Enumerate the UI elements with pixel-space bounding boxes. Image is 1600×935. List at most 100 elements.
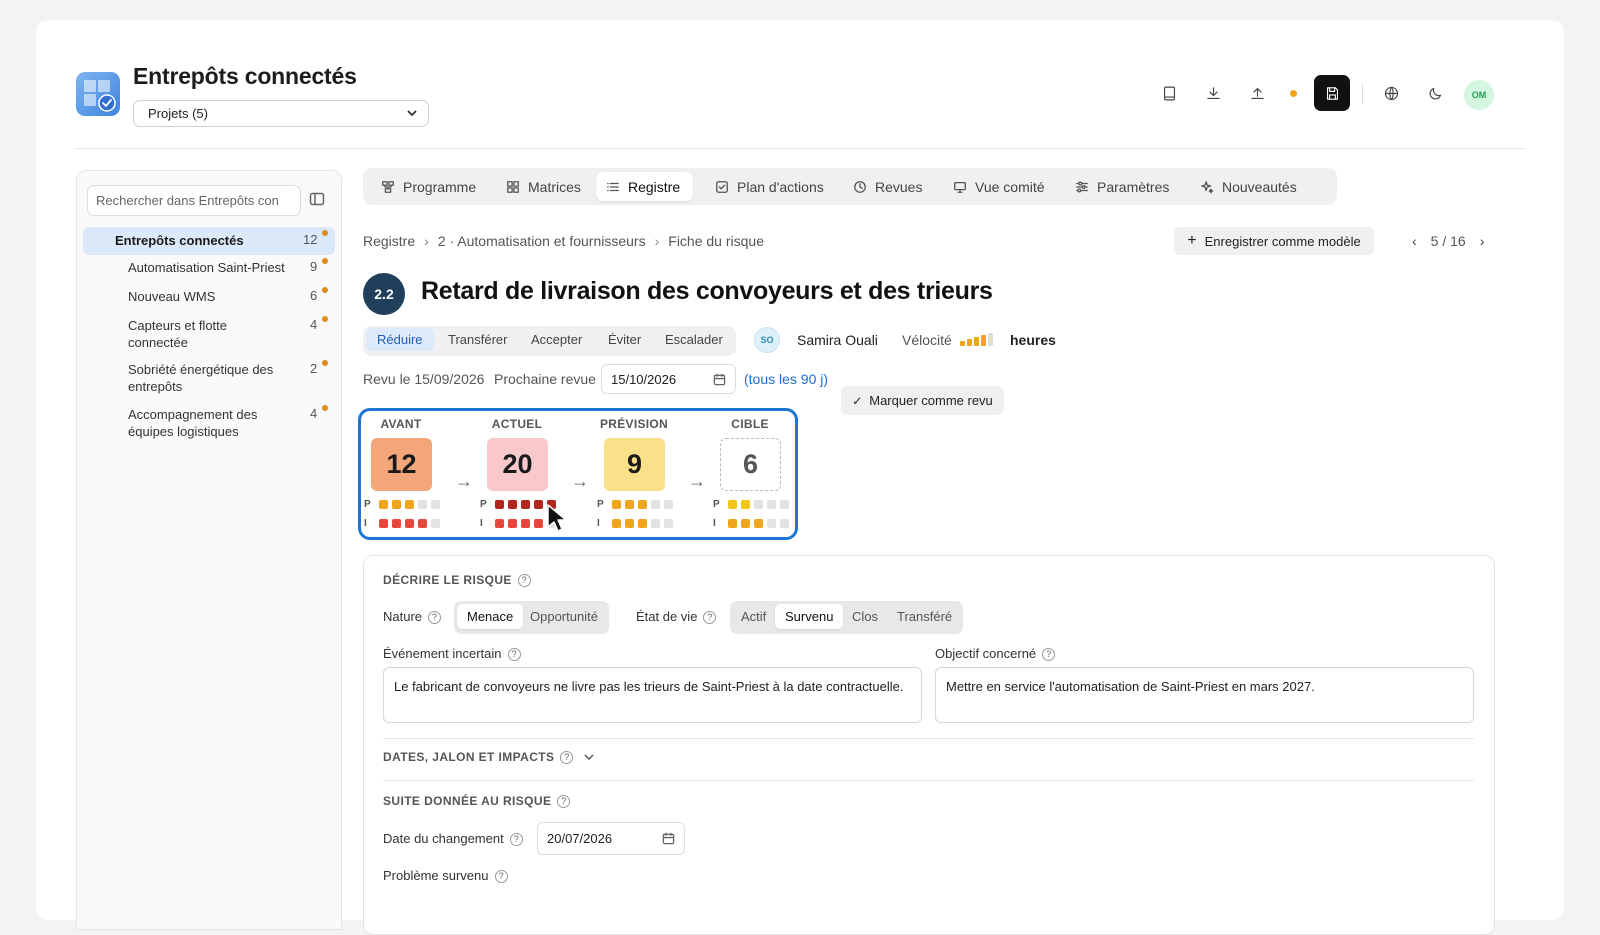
strategy-reduire[interactable]: Réduire bbox=[366, 328, 434, 351]
level-square bbox=[741, 500, 750, 509]
sidebar-toggle-icon[interactable] bbox=[309, 191, 327, 209]
state-survenu[interactable]: Survenu bbox=[775, 604, 844, 629]
moon-icon[interactable] bbox=[1420, 78, 1450, 108]
score-label: AVANT bbox=[380, 417, 422, 431]
sidebar-item-wms[interactable]: Nouveau WMS bbox=[128, 288, 298, 305]
save-as-template-button[interactable]: + Enregistrer comme modèle bbox=[1174, 227, 1374, 255]
sidebar-item-capteurs[interactable]: Capteurs et flotte connectée bbox=[128, 317, 278, 351]
state-actif[interactable]: Actif bbox=[741, 609, 766, 624]
project-select-value: Projets (5) bbox=[148, 106, 208, 121]
chevron-right-icon[interactable]: › bbox=[1480, 233, 1485, 249]
notebook-icon[interactable] bbox=[1154, 78, 1184, 108]
change-date-label: Date du changement? bbox=[383, 831, 523, 846]
risk-title: Retard de livraison des convoyeurs et de… bbox=[421, 277, 993, 305]
label-text: Problème survenu bbox=[383, 868, 489, 883]
chevron-down-icon bbox=[406, 107, 418, 122]
help-icon[interactable]: ? bbox=[509, 833, 523, 846]
tab-label: Plan d'actions bbox=[737, 178, 824, 195]
chevron-left-icon[interactable]: ‹ bbox=[1412, 233, 1417, 249]
help-icon[interactable]: ? bbox=[1042, 648, 1056, 661]
help-icon[interactable]: ? bbox=[517, 574, 531, 587]
strategy-accepter[interactable]: Accepter bbox=[531, 332, 582, 347]
help-icon[interactable]: ? bbox=[557, 795, 571, 808]
header-divider bbox=[76, 148, 1524, 149]
mouse-cursor-icon bbox=[547, 504, 567, 532]
axis-letter: I bbox=[597, 518, 600, 529]
dates-section-toggle[interactable]: DATES, JALON ET IMPACTS? bbox=[383, 750, 595, 766]
score-progression[interactable]: AVANT 12 → P I ACTUEL 20 → P I PRÉVISION 9 → P I CIBLE 6… bbox=[358, 408, 798, 540]
sidebar-item-root[interactable]: Entrepôts connectés bbox=[83, 227, 335, 255]
tab-vue-comite[interactable]: Vue comité bbox=[943, 172, 1055, 201]
button-label: Enregistrer comme modèle bbox=[1204, 233, 1361, 249]
score-label: PRÉVISION bbox=[599, 417, 669, 431]
level-square bbox=[625, 519, 634, 528]
tab-revues[interactable]: Revues bbox=[843, 172, 932, 201]
globe-icon[interactable] bbox=[1376, 78, 1406, 108]
upload-icon[interactable] bbox=[1242, 78, 1272, 108]
nature-opportunite[interactable]: Opportunité bbox=[530, 609, 598, 624]
objective-textarea[interactable]: Mettre en service l'automatisation de Sa… bbox=[935, 667, 1474, 723]
velocity-bar bbox=[988, 333, 993, 346]
next-review-date-input[interactable]: 15/10/2026 bbox=[601, 364, 736, 394]
tab-registre[interactable]: Registre bbox=[596, 172, 693, 201]
tab-label: Nouveautés bbox=[1222, 178, 1297, 195]
sitemap-icon bbox=[382, 180, 394, 193]
score-i-level: I bbox=[713, 518, 793, 529]
sidebar-item-accompagnement[interactable]: Accompagnement des équipes logistiques bbox=[128, 406, 298, 440]
strategy-escalader[interactable]: Escalader bbox=[665, 332, 723, 347]
help-icon[interactable]: ? bbox=[507, 648, 521, 661]
level-square bbox=[521, 519, 530, 528]
tab-plan-actions[interactable]: Plan d'actions bbox=[705, 172, 834, 201]
tab-nouveautes[interactable]: Nouveautés bbox=[1190, 172, 1307, 201]
nature-label: Nature? bbox=[383, 609, 442, 624]
axis-letter: P bbox=[364, 499, 371, 510]
app-logo bbox=[76, 72, 120, 116]
event-textarea[interactable]: Le fabricant de convoyeurs ne livre pas … bbox=[383, 667, 922, 723]
tab-parametres[interactable]: Paramètres bbox=[1065, 172, 1179, 201]
breadcrumb-current: Fiche du risque bbox=[668, 233, 764, 249]
score-p-level: P bbox=[364, 499, 444, 510]
help-icon[interactable]: ? bbox=[428, 611, 442, 624]
score-value: 9 bbox=[604, 438, 665, 491]
tab-programme[interactable]: Programme bbox=[371, 172, 486, 201]
owner-name[interactable]: Samira Ouali bbox=[797, 332, 878, 348]
help-icon[interactable]: ? bbox=[560, 751, 574, 764]
nature-toggle: Menace Opportunité bbox=[454, 601, 609, 634]
mark-reviewed-button[interactable]: ✓ Marquer comme revu bbox=[841, 386, 1004, 415]
level-square bbox=[664, 500, 673, 509]
sidebar-item-sobriete[interactable]: Sobriété énergétique des entrepôts bbox=[128, 361, 298, 395]
monitor-icon bbox=[954, 181, 966, 193]
strategy-transferer[interactable]: Transférer bbox=[448, 332, 507, 347]
project-select[interactable]: Projets (5) bbox=[133, 100, 429, 127]
record-pager: ‹ 5 / 16 › bbox=[1412, 233, 1484, 249]
tab-matrices[interactable]: Matrices bbox=[496, 172, 591, 201]
level-square bbox=[508, 519, 517, 528]
level-square bbox=[405, 500, 414, 509]
state-clos[interactable]: Clos bbox=[852, 609, 878, 624]
level-square bbox=[780, 500, 789, 509]
save-button[interactable] bbox=[1314, 75, 1350, 111]
nature-menace[interactable]: Menace bbox=[457, 604, 524, 629]
change-date-input[interactable]: 20/07/2026 bbox=[537, 822, 685, 855]
app-title: Entrepôts connectés bbox=[133, 63, 357, 89]
level-square bbox=[534, 500, 543, 509]
strategy-eviter[interactable]: Éviter bbox=[608, 332, 641, 347]
state-transfere[interactable]: Transféré bbox=[897, 609, 952, 624]
sidebar-item-count: 4 bbox=[310, 406, 318, 421]
section-title-text: DÉCRIRE LE RISQUE bbox=[383, 573, 512, 587]
breadcrumb-registre[interactable]: Registre bbox=[363, 233, 415, 249]
sidebar-search-input[interactable]: Rechercher dans Entrepôts con bbox=[87, 185, 301, 216]
clock-icon bbox=[854, 180, 866, 193]
level-square bbox=[728, 519, 737, 528]
strategy-selector: Réduire Transférer Accepter Éviter Escal… bbox=[363, 326, 736, 356]
breadcrumb-category[interactable]: 2 · Automatisation et fournisseurs bbox=[438, 233, 646, 249]
download-icon[interactable] bbox=[1198, 78, 1228, 108]
help-icon[interactable]: ? bbox=[494, 870, 508, 883]
event-label: Événement incertain? bbox=[383, 646, 521, 661]
sidebar-item-automatisation[interactable]: Automatisation Saint-Priest bbox=[128, 259, 298, 276]
help-icon[interactable]: ? bbox=[703, 611, 717, 624]
owner-avatar: SO bbox=[754, 327, 780, 353]
user-avatar[interactable]: OM bbox=[1464, 80, 1494, 110]
date-value: 15/10/2026 bbox=[611, 372, 677, 387]
score-label: ACTUEL bbox=[491, 417, 543, 431]
